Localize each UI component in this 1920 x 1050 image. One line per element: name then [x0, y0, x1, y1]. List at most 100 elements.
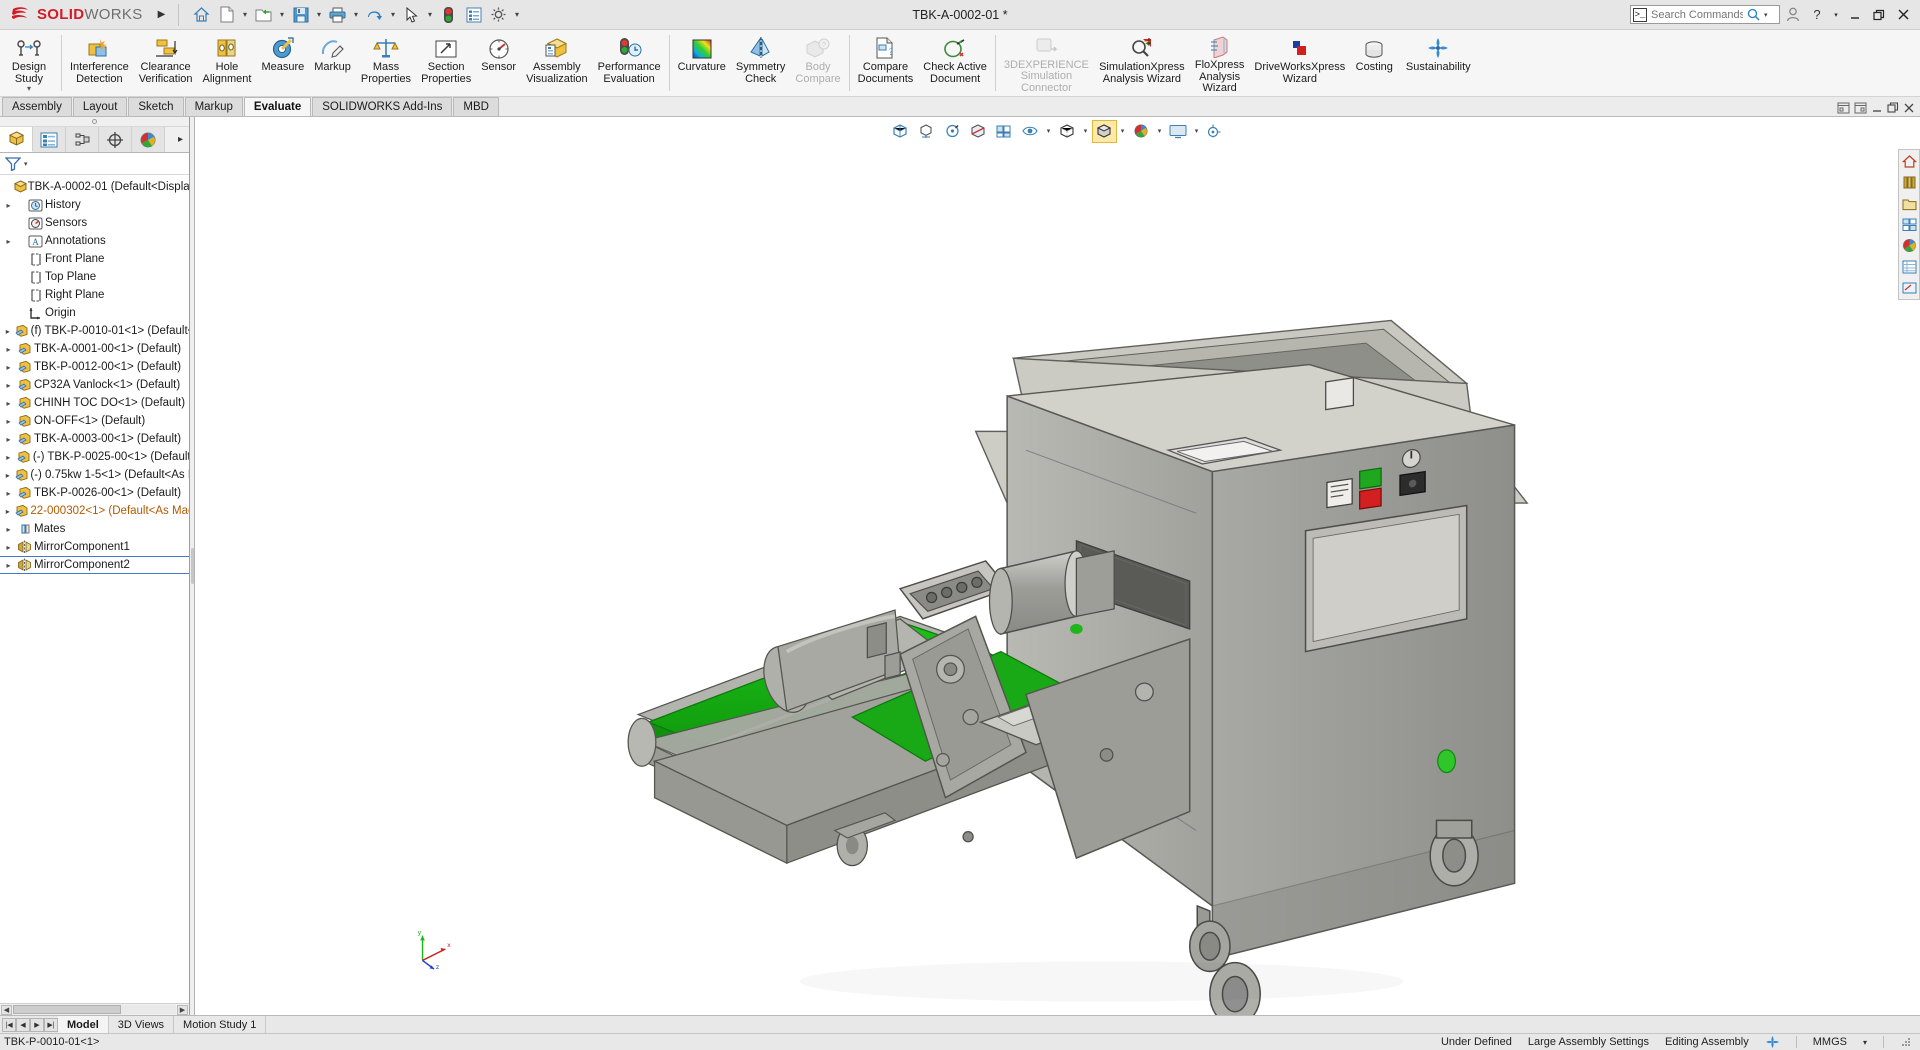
doc-minimize-icon[interactable] [1854, 102, 1867, 114]
tree-item-22-000302-1-default-as-machin[interactable]: ▸ 22-000302<1> (Default<As Machin [0, 502, 189, 520]
select-caret-icon[interactable]: ▾ [425, 4, 436, 26]
tree-expand-arrow[interactable]: ▸ [2, 471, 14, 480]
ribbon-item-check-active-document[interactable]: Check Active Document [918, 30, 992, 96]
ribbon-item-section-properties[interactable]: Section Properties [416, 30, 476, 96]
gear-icon[interactable] [487, 3, 511, 27]
save-icon[interactable] [289, 3, 313, 27]
tree-expand-arrow[interactable]: ▸ [2, 417, 15, 426]
help-button[interactable]: ? [1806, 4, 1828, 26]
display-style-caret-icon[interactable]: ▾ [1118, 120, 1128, 143]
tree-expand-arrow[interactable]: ▸ [2, 489, 15, 498]
options-list-icon[interactable] [462, 3, 486, 27]
view-orientation-icon[interactable] [992, 120, 1017, 143]
ribbon-item-driveworksxpress[interactable]: DriveWorksXpress Wizard [1249, 30, 1350, 96]
feature-manager-tab[interactable] [0, 127, 33, 152]
tree-item-tbk-p-0025-00-1-default[interactable]: ▸ (-) TBK-P-0025-00<1> (Default) [0, 448, 189, 466]
ribbon-item-compare-documents[interactable]: ? Compare Documents [853, 30, 919, 96]
print-caret-icon[interactable]: ▾ [351, 4, 362, 26]
status-resize-grip[interactable] [1900, 1036, 1912, 1048]
tree-expand-arrow[interactable]: ▸ [2, 381, 15, 390]
status-units[interactable]: MMGS [1813, 1036, 1847, 1048]
tree-item-history[interactable]: ▸ History [0, 196, 189, 214]
tree-item-cp32a-vanlock-1-default[interactable]: ▸ CP32A Vanlock<1> (Default) [0, 376, 189, 394]
tree-item-top-plane[interactable]: Top Plane [0, 268, 189, 286]
viewport-icon[interactable] [1166, 120, 1191, 143]
apply-scene-icon[interactable] [1129, 120, 1154, 143]
property-manager-tab[interactable] [33, 127, 66, 152]
tree-expand-arrow[interactable]: ▸ [2, 561, 15, 570]
tree-expand-arrow[interactable]: ▸ [2, 435, 15, 444]
tree-item-tbk-p-0012-00-1-default[interactable]: ▸ TBK-P-0012-00<1> (Default) [0, 358, 189, 376]
rebuild-icon[interactable] [437, 3, 461, 27]
new-document-icon[interactable] [215, 3, 239, 27]
status-large-assembly[interactable]: Large Assembly Settings [1528, 1036, 1649, 1048]
ribbon-item-3dexperience-simulation[interactable]: 3DEXPERIENCE Simulation Connector [999, 30, 1094, 96]
save-caret-icon[interactable]: ▾ [314, 4, 325, 26]
minimize-button[interactable] [1844, 4, 1866, 26]
ribbon-item-costing[interactable]: Costing [1350, 30, 1398, 96]
zoom-to-area-icon[interactable] [914, 120, 939, 143]
status-units-caret-icon[interactable]: ▾ [1863, 1038, 1867, 1047]
dimxpert-icon[interactable] [1900, 278, 1919, 297]
prev-tab-icon[interactable]: ◀ [16, 1017, 30, 1032]
ribbon-item-markup[interactable]: Markup [309, 30, 356, 96]
search-commands-box[interactable]: >_ ▾ [1630, 5, 1780, 24]
ribbon-item-measure[interactable]: Measure [256, 30, 309, 96]
new-document-caret-icon[interactable]: ▾ [240, 4, 251, 26]
tree-item-front-plane[interactable]: Front Plane [0, 250, 189, 268]
scroll-right-icon[interactable]: ▶ [177, 1004, 188, 1015]
tree-item-on-off-1-default[interactable]: ▸ ON-OFF<1> (Default) [0, 412, 189, 430]
tree-item-tbk-a-0001-00-1-default[interactable]: ▸ TBK-A-0001-00<1> (Default) [0, 340, 189, 358]
tree-item-sensors[interactable]: Sensors [0, 214, 189, 232]
search-caret-icon[interactable]: ▾ [1764, 11, 1768, 19]
undo-icon[interactable] [363, 3, 387, 27]
restore-button[interactable] [1868, 4, 1890, 26]
ribbon-item-symmetry-check[interactable]: Symmetry Check [731, 30, 791, 96]
tree-item-0-75kw-1-5-1-default-as-mac[interactable]: ▸ (-) 0.75kw 1-5<1> (Default<As Mac [0, 466, 189, 484]
display-style-icon[interactable] [1091, 119, 1117, 143]
scroll-track[interactable] [13, 1005, 176, 1014]
display-manager-tab[interactable] [132, 127, 165, 152]
scroll-thumb[interactable] [13, 1005, 121, 1014]
ribbon-item-body-compare[interactable]: ? Body Compare [790, 30, 845, 96]
first-tab-icon[interactable]: |◀ [2, 1017, 16, 1032]
view-palette-icon[interactable] [1900, 215, 1919, 234]
tree-expand-arrow[interactable]: ▸ [2, 237, 15, 246]
hidden-lines-caret-icon[interactable]: ▾ [1081, 120, 1091, 143]
tree-item-tbk-a-0003-00-1-default[interactable]: ▸ TBK-A-0003-00<1> (Default) [0, 430, 189, 448]
undo-caret-icon[interactable]: ▾ [388, 4, 399, 26]
tree-item-annotations[interactable]: ▸ A Annotations [0, 232, 189, 250]
tree-item-mirrorcomponent2[interactable]: ▸ MirrorComponent2 [0, 556, 189, 574]
home-3d-icon[interactable] [1900, 152, 1919, 171]
help-caret-icon[interactable]: ▾ [1830, 4, 1842, 26]
scroll-left-icon[interactable]: ◀ [1, 1004, 12, 1015]
file-explorer-icon[interactable] [1900, 194, 1919, 213]
tree-item-f-tbk-p-0010-01-1-default-as[interactable]: ▸ (f) TBK-P-0010-01<1> (Default<As [0, 322, 189, 340]
solidworks-logo[interactable]: SOLIDWORKS [0, 5, 151, 25]
search-icon[interactable] [1747, 8, 1760, 21]
design-library-icon[interactable] [1900, 173, 1919, 192]
previous-view-icon[interactable] [940, 120, 965, 143]
last-tab-icon[interactable]: ▶| [44, 1017, 58, 1032]
ribbon-item-interference-detection[interactable]: Interference Detection [65, 30, 134, 96]
appearances-icon[interactable] [1900, 236, 1919, 255]
doc-close-icon[interactable] [1903, 102, 1915, 114]
tree-item-tbk-p-0026-00-1-default[interactable]: ▸ TBK-P-0026-00<1> (Default) [0, 484, 189, 502]
ribbon-item-hole-alignment[interactable]: Hole Alignment [198, 30, 257, 96]
ribbon-item-design-study[interactable]: Design Study ▾ [0, 30, 58, 96]
filter-caret-icon[interactable]: ▾ [24, 160, 28, 168]
tab-sketch[interactable]: Sketch [128, 97, 184, 116]
tab-layout[interactable]: Layout [72, 97, 128, 116]
tree-root-row[interactable]: TBK-A-0002-01 (Default<Display State- [0, 178, 189, 196]
next-tab-icon[interactable]: ▶ [30, 1017, 44, 1032]
tab-assembly[interactable]: Assembly [2, 97, 72, 116]
graphics-viewport[interactable]: ▾ ▾ ▾ ▾ ▾ y x z [195, 117, 1920, 1015]
ribbon-item-floxpress[interactable]: FloXpress Analysis Wizard [1190, 30, 1250, 96]
view-settings-caret-icon[interactable]: ▾ [1044, 120, 1054, 143]
tree-expand-arrow[interactable]: ▸ [2, 363, 15, 372]
tree-expand-arrow[interactable]: ▸ [2, 201, 15, 210]
home-icon[interactable] [190, 3, 214, 27]
panel-more-tabs[interactable]: ▸ [165, 127, 189, 152]
tab-solidworks-add-ins[interactable]: SOLIDWORKS Add-Ins [312, 97, 453, 116]
hidden-lines-icon[interactable] [1055, 120, 1080, 143]
